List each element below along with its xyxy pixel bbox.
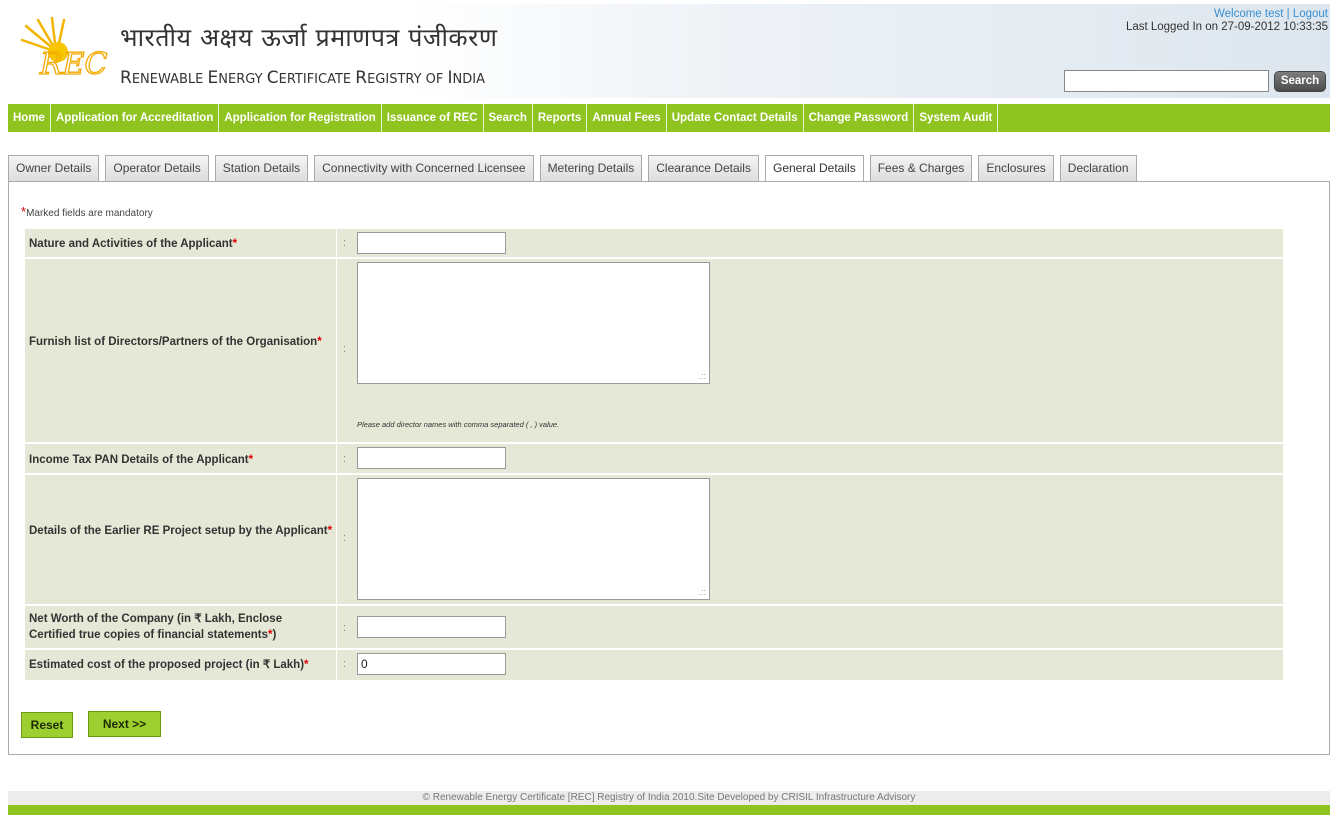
tab-general-details[interactable]: General Details xyxy=(764,155,864,183)
form-row-nature: Nature and Activities of the Applicant* … xyxy=(25,229,1283,259)
nav-home[interactable]: Home xyxy=(8,104,51,132)
tab-clearance-details[interactable]: Clearance Details xyxy=(648,155,759,182)
main-nav: Home Application for Accreditation Appli… xyxy=(8,104,1330,132)
nav-change-password[interactable]: Change Password xyxy=(804,104,915,132)
net-worth-label: Net Worth of the Company (in ₹ Lakh, Enc… xyxy=(29,613,283,641)
english-site-title: RENEWABLE ENERGY CERTIFICATE REGISTRY OF… xyxy=(120,68,485,88)
search-input[interactable] xyxy=(1064,70,1269,92)
tab-owner-details[interactable]: Owner Details xyxy=(8,155,100,182)
nature-label: Nature and Activities of the Applicant* xyxy=(29,238,238,250)
form-row-estimated-cost: Estimated cost of the proposed project (… xyxy=(25,650,1283,680)
tab-metering-details[interactable]: Metering Details xyxy=(539,155,643,182)
next-button[interactable]: Next >> xyxy=(88,711,161,737)
tab-connectivity[interactable]: Connectivity with Concerned Licensee xyxy=(314,155,534,182)
footer-copyright: © Renewable Energy Certificate [REC] Reg… xyxy=(8,791,1330,805)
tab-station-details[interactable]: Station Details xyxy=(214,155,309,182)
net-worth-input[interactable] xyxy=(357,616,506,638)
mandatory-note: *Marked fields are mandatory xyxy=(21,204,153,219)
tab-fees-charges[interactable]: Fees & Charges xyxy=(869,155,973,182)
search-button[interactable]: Search xyxy=(1274,71,1326,92)
directors-label: Furnish list of Directors/Partners of th… xyxy=(29,336,322,348)
nav-issuance-of-rec[interactable]: Issuance of REC xyxy=(382,104,484,132)
pan-input[interactable] xyxy=(357,447,506,469)
user-welcome: Welcome test | Logout Last Logged In on … xyxy=(1125,8,1328,33)
directors-textarea[interactable]: .:: xyxy=(357,262,710,384)
earlier-project-textarea[interactable]: .:: xyxy=(357,478,710,600)
logout-link[interactable]: Logout xyxy=(1293,8,1328,20)
pan-label: Income Tax PAN Details of the Applicant* xyxy=(29,454,254,466)
last-login-text: Last Logged In on 27-09-2012 10:33:35 xyxy=(1125,21,1328,33)
estimated-cost-label: Estimated cost of the proposed project (… xyxy=(29,659,309,671)
nav-reports[interactable]: Reports xyxy=(533,104,588,132)
nav-annual-fees[interactable]: Annual Fees xyxy=(587,104,667,132)
nav-update-contact-details[interactable]: Update Contact Details xyxy=(667,104,804,132)
form-row-net-worth: Net Worth of the Company (in ₹ Lakh, Enc… xyxy=(25,606,1283,650)
tab-operator-details[interactable]: Operator Details xyxy=(105,155,209,182)
footer-bar xyxy=(8,805,1330,815)
svg-text:REC: REC xyxy=(39,47,107,82)
form-row-earlier-project: Details of the Earlier RE Project setup … xyxy=(25,475,1283,606)
general-details-panel: *Marked fields are mandatory Nature and … xyxy=(8,181,1330,755)
general-details-form: Nature and Activities of the Applicant* … xyxy=(25,229,1283,680)
nav-application-for-accreditation[interactable]: Application for Accreditation xyxy=(51,104,220,132)
hindi-site-title: भारतीय अक्षय ऊर्जा प्रमाणपत्र पंजीकरण xyxy=(120,23,498,52)
earlier-project-label: Details of the Earlier RE Project setup … xyxy=(29,525,333,537)
form-tabs: Owner Details Operator Details Station D… xyxy=(8,155,1143,183)
nav-search[interactable]: Search xyxy=(484,104,533,132)
nav-system-audit[interactable]: System Audit xyxy=(914,104,999,132)
site-header: REC भारतीय अक्षय ऊर्जा प्रमाणपत्र पंजीकर… xyxy=(8,4,1330,98)
nav-application-for-registration[interactable]: Application for Registration xyxy=(219,104,382,132)
form-row-directors: Furnish list of Directors/Partners of th… xyxy=(25,259,1283,444)
reset-button[interactable]: Reset xyxy=(21,712,73,738)
nature-activities-input[interactable] xyxy=(357,232,506,254)
tab-declaration[interactable]: Declaration xyxy=(1059,155,1137,182)
rec-logo: REC xyxy=(20,16,108,83)
tab-enclosures[interactable]: Enclosures xyxy=(978,155,1054,182)
welcome-user: Welcome test xyxy=(1213,8,1284,20)
directors-hint: Please add director names with comma sep… xyxy=(357,420,560,429)
estimated-cost-input[interactable]: 0 xyxy=(357,653,506,675)
form-row-pan: Income Tax PAN Details of the Applicant*… xyxy=(25,444,1283,475)
